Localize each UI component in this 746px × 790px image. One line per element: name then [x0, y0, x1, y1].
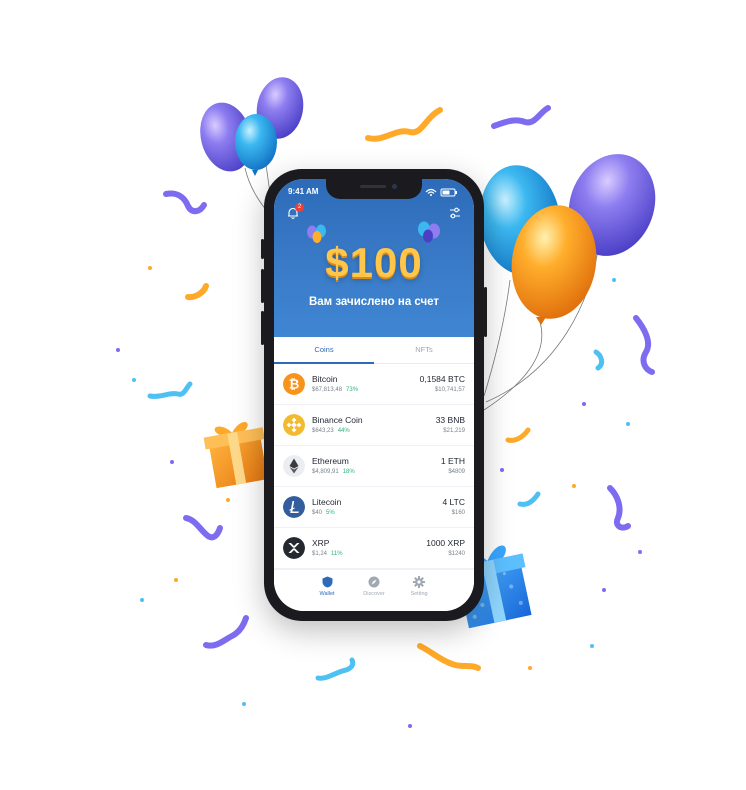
phone-mute-switch: [261, 239, 264, 259]
reward-subtitle: Вам зачислено на счет: [308, 296, 440, 308]
coin-change: 44%: [337, 428, 350, 434]
balloon-group-right: [479, 154, 656, 325]
notification-badge: 2: [295, 203, 304, 212]
bottom-nav: Wallet Discover Setting: [274, 569, 474, 611]
compass-icon: [368, 576, 380, 588]
nav-discover[interactable]: Discover: [354, 576, 394, 597]
coin-row-ethereum[interactable]: Ethereum $4,809,91 18% 1 ETH $4809: [274, 446, 474, 487]
litecoin-icon: [283, 496, 305, 518]
coin-amount: 33 BNB: [435, 415, 465, 425]
coin-price: $40 5%: [312, 510, 335, 516]
coin-row-binance[interactable]: Binance Coin $643,23 44% 33 BNB $21,219: [274, 405, 474, 446]
coin-row-litecoin[interactable]: Litecoin $40 5% 4 LTC $160: [274, 487, 474, 528]
nav-wallet[interactable]: Wallet: [307, 576, 347, 597]
balloon-group-left: [200, 77, 304, 176]
svg-text:₿: ₿: [289, 377, 300, 392]
filter-icon[interactable]: [448, 206, 462, 220]
tab-nfts[interactable]: NFTs: [374, 337, 474, 363]
bitcoin-icon: ₿: [283, 373, 305, 395]
nav-wallet-label: Wallet: [319, 591, 335, 597]
app-screen: 9:41 AM 2 $100 Вам зачислено на счет Coi…: [274, 179, 474, 611]
coin-name: XRP: [312, 538, 330, 548]
coin-price: $1,24 11%: [312, 551, 343, 557]
reward-banner: 9:41 AM 2 $100 Вам зачислено на счет: [274, 179, 474, 337]
phone-volume-down: [261, 311, 264, 345]
coin-row-xrp[interactable]: XRP $1,24 11% 1000 XRP $1240: [274, 528, 474, 569]
gift-box-orange: [203, 421, 268, 489]
coin-name: Ethereum: [312, 456, 349, 466]
phone-volume-up: [261, 269, 264, 303]
coin-amount: 4 LTC: [442, 497, 465, 507]
asset-tabs: Coins NFTs: [274, 337, 474, 364]
shield-icon: [322, 576, 332, 588]
coin-value: $10,741,57: [434, 387, 465, 393]
coin-row-bitcoin[interactable]: ₿ Bitcoin $67,813,48 73% 0,1584 BTC $10,7…: [274, 364, 474, 405]
coin-amount: 1 ETH: [440, 456, 465, 466]
coin-name: Litecoin: [312, 497, 342, 507]
binance-icon: [283, 414, 305, 436]
coin-change: 5%: [326, 510, 335, 516]
coin-name: Binance Coin: [312, 415, 363, 425]
coin-value: $21,219: [443, 428, 465, 434]
coin-amount: 1000 XRP: [426, 538, 465, 548]
coin-change: 18%: [342, 469, 355, 475]
coin-value: $160: [451, 510, 465, 516]
coin-price: $67,813,48 73%: [312, 387, 359, 393]
coin-price: $643,23 44%: [312, 428, 350, 434]
reward-amount: $100: [325, 239, 423, 286]
coin-price: $4,809,91 18%: [312, 469, 355, 475]
coin-amount: 0,1584 BTC: [419, 374, 465, 384]
status-icons: [425, 188, 457, 197]
phone-device: 9:41 AM 2 $100 Вам зачислено на счет Coi…: [261, 169, 487, 621]
nav-setting[interactable]: Setting: [399, 576, 439, 597]
phone-power-button: [484, 287, 487, 337]
coin-change: 11%: [331, 551, 343, 557]
xrp-icon: [283, 537, 305, 559]
status-time: 9:41 AM: [288, 187, 319, 196]
coin-list: ₿ Bitcoin $67,813,48 73% 0,1584 BTC $10,7…: [274, 364, 474, 569]
nav-setting-label: Setting: [410, 591, 428, 597]
coin-value: $4809: [448, 469, 465, 475]
ethereum-icon: [283, 455, 305, 477]
nav-discover-label: Discover: [363, 591, 385, 597]
tab-coins[interactable]: Coins: [274, 337, 374, 364]
gear-icon: [413, 576, 425, 588]
coin-change: 73%: [346, 387, 359, 393]
coin-name: Bitcoin: [312, 374, 338, 384]
phone-notch: [326, 179, 422, 199]
coin-value: $1240: [448, 551, 465, 557]
